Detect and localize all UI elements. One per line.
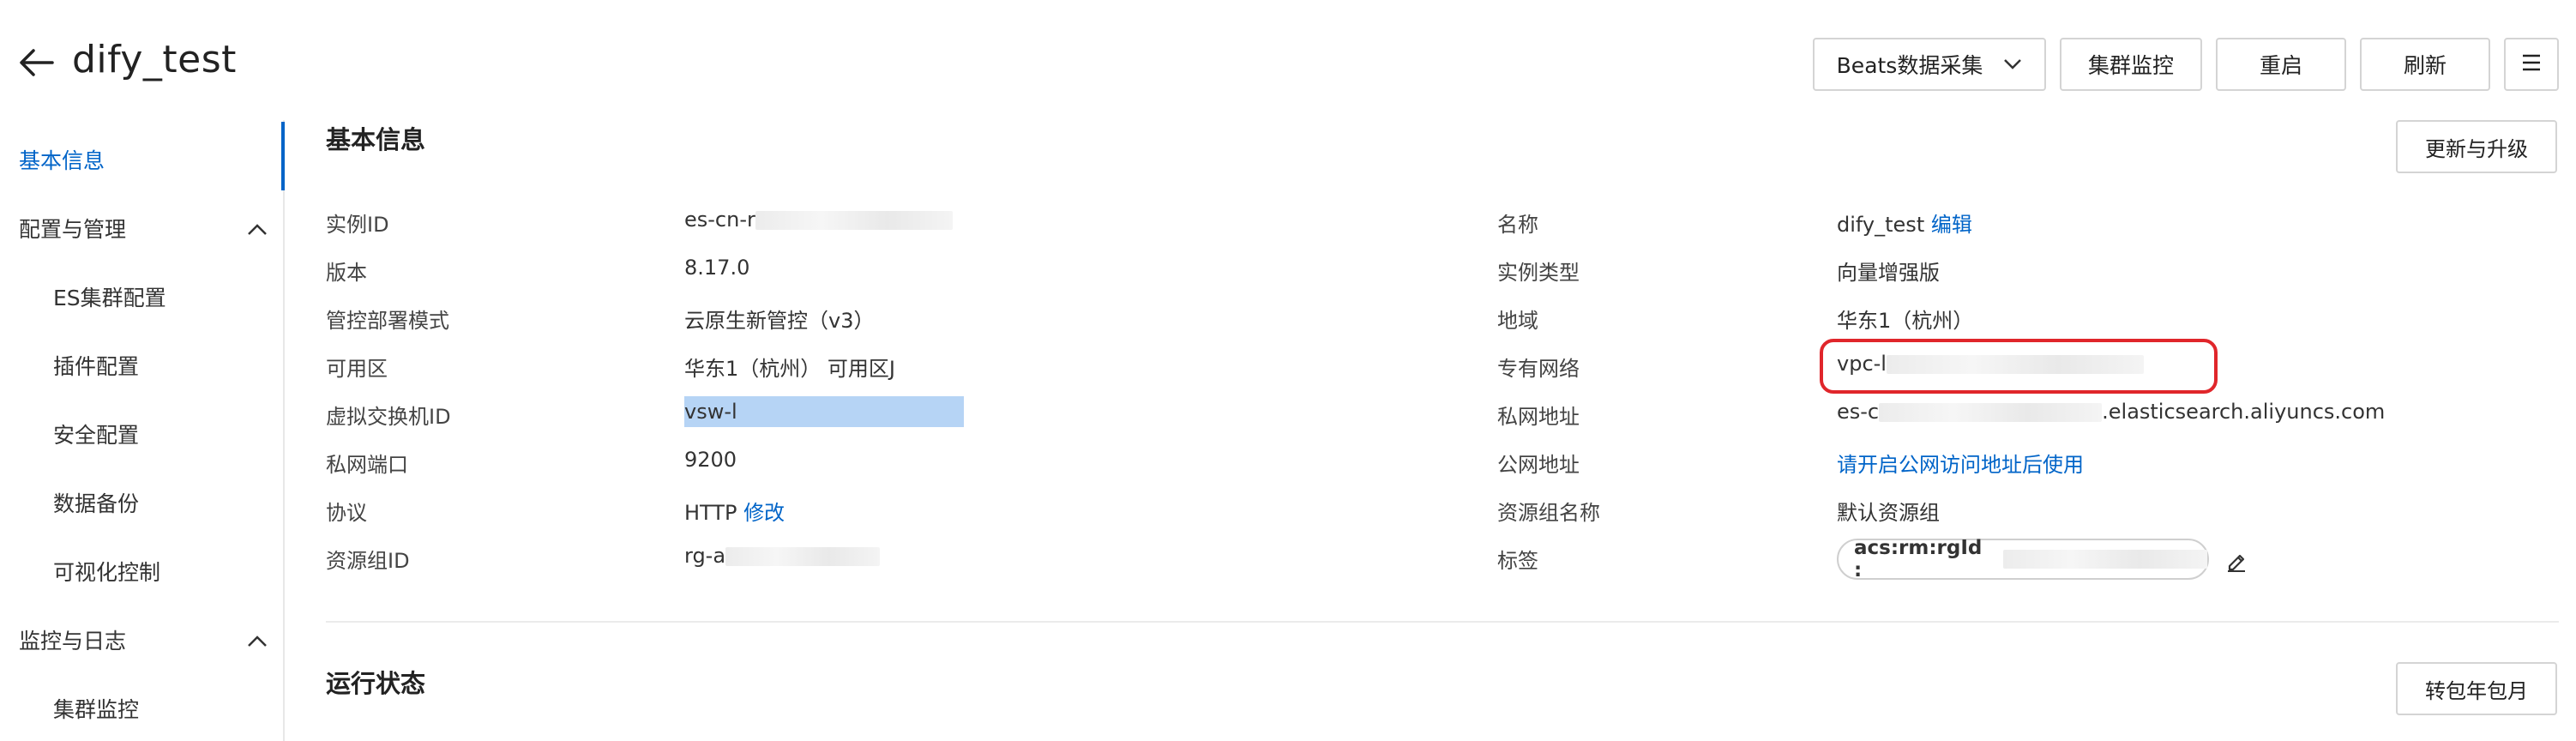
menu-button[interactable] xyxy=(2504,38,2559,91)
protocol-label: 协议 xyxy=(326,501,367,525)
vswitch-label: 虚拟交换机ID xyxy=(326,405,451,429)
hamburger-menu-icon xyxy=(2521,52,2542,77)
edit-pencil-icon[interactable] xyxy=(2224,549,2248,573)
public-address-label: 公网地址 xyxy=(1497,453,1580,477)
tag-text: acs:rm:rgId : xyxy=(1854,537,1983,581)
name-text: dify_test xyxy=(1837,213,1925,237)
sidebar-item-plugin-config[interactable]: 插件配置 xyxy=(53,350,139,381)
sidebar-group-monitor[interactable]: 监控与日志 xyxy=(19,624,268,655)
resource-group-id-text: rg-a xyxy=(684,544,726,568)
chevron-up-icon xyxy=(247,628,268,653)
vswitch-value[interactable]: vsw-l xyxy=(684,396,964,427)
protocol-edit-link[interactable]: 修改 xyxy=(743,501,785,525)
vpc-highlight-annotation xyxy=(1820,339,2218,394)
beats-button-label: Beats数据采集 xyxy=(1836,53,1983,78)
region-label: 地域 xyxy=(1497,309,1538,333)
sidebar-group-config[interactable]: 配置与管理 xyxy=(19,213,268,244)
redacted-mask xyxy=(725,547,881,566)
protocol-value: HTTP 修改 xyxy=(684,496,785,526)
tag-chip: acs:rm:rgId : xyxy=(1837,537,2209,581)
private-address-suffix: .elasticsearch.aliyuncs.com xyxy=(2102,400,2386,424)
sidebar-active-indicator xyxy=(281,122,285,190)
sidebar-item-basic-info[interactable]: 基本信息 xyxy=(19,144,105,175)
private-address-label: 私网地址 xyxy=(1497,405,1580,429)
resource-group-id-label: 资源组ID xyxy=(326,549,410,573)
running-status-title: 运行状态 xyxy=(326,669,426,698)
zone-value: 华东1（杭州） 可用区J xyxy=(684,357,895,381)
restart-button[interactable]: 重启 xyxy=(2216,38,2346,91)
convert-subscription-button[interactable]: 转包年包月 xyxy=(2396,662,2557,715)
back-arrow-icon[interactable] xyxy=(17,43,57,82)
resource-group-name-label: 资源组名称 xyxy=(1497,501,1600,525)
page-title: dify_test xyxy=(72,38,237,81)
refresh-button[interactable]: 刷新 xyxy=(2360,38,2490,91)
private-port-value: 9200 xyxy=(684,448,737,472)
beats-data-collection-dropdown[interactable]: Beats数据采集 xyxy=(1813,38,2046,91)
chevron-up-icon xyxy=(247,216,268,241)
protocol-text: HTTP xyxy=(684,501,737,525)
instance-id-text: es-cn-r xyxy=(684,208,755,232)
deploy-mode-label: 管控部署模式 xyxy=(326,309,449,333)
sidebar-group-label: 监控与日志 xyxy=(19,629,127,654)
basic-info-title: 基本信息 xyxy=(326,125,426,154)
redacted-mask xyxy=(2002,550,2207,569)
section-divider xyxy=(326,621,2559,623)
private-port-label: 私网端口 xyxy=(326,453,408,477)
name-edit-link[interactable]: 编辑 xyxy=(1931,213,1972,237)
sidebar-group-label: 配置与管理 xyxy=(19,217,127,242)
instance-id-value: es-cn-r xyxy=(684,208,953,232)
sidebar-item-es-cluster-config[interactable]: ES集群配置 xyxy=(53,281,166,312)
private-address-value: es-c .elasticsearch.aliyuncs.com xyxy=(1837,400,2385,424)
instance-type-label: 实例类型 xyxy=(1497,261,1580,285)
zone-label: 可用区 xyxy=(326,357,388,381)
redacted-mask xyxy=(755,211,953,230)
sidebar-item-data-backup[interactable]: 数据备份 xyxy=(53,487,139,518)
instance-id-label: 实例ID xyxy=(326,213,389,237)
redacted-mask xyxy=(1879,403,2103,422)
vpc-label: 专有网络 xyxy=(1497,357,1580,381)
enable-public-address-link[interactable]: 请开启公网访问地址后使用 xyxy=(1837,448,2084,478)
resource-group-id-value: rg-a xyxy=(684,544,881,568)
name-value: dify_test 编辑 xyxy=(1837,208,1972,238)
resource-group-name-value: 默认资源组 xyxy=(1837,501,1940,525)
sidebar-item-visual-control[interactable]: 可视化控制 xyxy=(53,556,160,587)
instance-detail-page: dify_test Beats数据采集 集群监控 重启 刷新 基本信息 配置与管… xyxy=(0,0,2576,741)
tag-label: 标签 xyxy=(1497,549,1538,573)
instance-type-value: 向量增强版 xyxy=(1837,261,1940,285)
chevron-down-icon xyxy=(2003,58,2022,70)
update-upgrade-button[interactable]: 更新与升级 xyxy=(2396,120,2557,173)
private-address-prefix: es-c xyxy=(1837,400,1880,424)
version-label: 版本 xyxy=(326,261,367,285)
sidebar-item-cluster-monitor[interactable]: 集群监控 xyxy=(53,693,139,724)
cluster-monitor-button[interactable]: 集群监控 xyxy=(2060,38,2202,91)
deploy-mode-value: 云原生新管控（v3） xyxy=(684,309,875,333)
vswitch-text: vsw-l xyxy=(684,400,737,424)
name-label: 名称 xyxy=(1497,213,1538,237)
version-value: 8.17.0 xyxy=(684,256,750,280)
sidebar-item-security-config[interactable]: 安全配置 xyxy=(53,419,139,449)
region-value: 华东1（杭州） xyxy=(1837,309,1974,333)
